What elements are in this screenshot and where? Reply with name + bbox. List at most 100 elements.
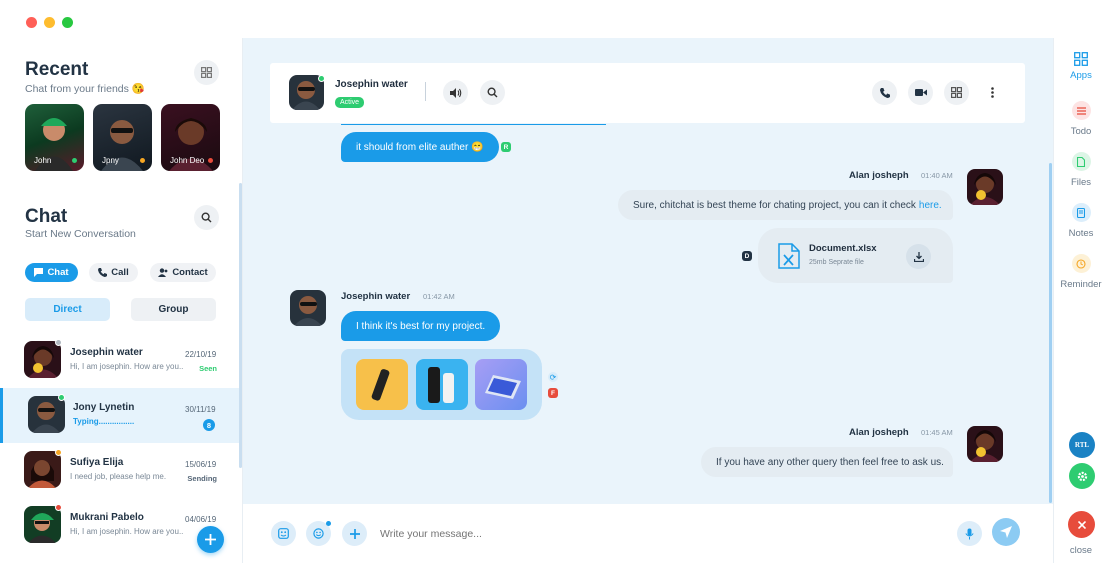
divider (425, 82, 426, 101)
message-tag: R (501, 142, 511, 152)
sidebar-item-label: Todo (1070, 126, 1092, 137)
search-icon (487, 87, 498, 98)
conversation-date: 04/06/19 (185, 515, 217, 524)
phone-icon (879, 87, 890, 98)
story-status-dot (72, 158, 77, 163)
plus-icon (205, 534, 216, 545)
recent-grid-button[interactable] (194, 60, 219, 85)
message-tag: D (742, 251, 752, 261)
sidebar-item-todo[interactable]: Todo (1054, 101, 1107, 137)
chat-header: Josephin water Active (270, 63, 1025, 123)
avatar (24, 506, 61, 543)
sender-avatar[interactable] (967, 169, 1003, 205)
sticker-button[interactable] (271, 521, 296, 546)
tab-chat[interactable]: Chat (25, 263, 78, 282)
sender-name: Alan josheph (849, 427, 909, 438)
message-bubble: Sure, chitchat is best theme for chating… (618, 190, 953, 220)
message-tag: F (548, 388, 558, 398)
tab-contact[interactable]: Contact (150, 263, 216, 282)
conversation-item[interactable]: Josephin water Hi, I am josephin. How ar… (0, 333, 241, 388)
phone-icon (98, 268, 108, 277)
message-input[interactable] (380, 521, 940, 546)
conversation-name: Josephin water (70, 347, 143, 358)
voice-call-button[interactable] (872, 80, 897, 105)
sender-avatar[interactable] (290, 290, 326, 326)
notes-icon (1071, 203, 1091, 222)
story-name: John (34, 156, 52, 165)
attach-button[interactable] (342, 521, 367, 546)
sidebar-item-reminder[interactable]: Reminder (1054, 254, 1107, 290)
header-grid-button[interactable] (944, 80, 969, 105)
file-attachment[interactable]: Document.xlsx 25mb Seprate file (758, 228, 953, 283)
conversation-date: 15/06/19 (185, 460, 217, 469)
search-icon (201, 212, 212, 223)
microphone-icon (965, 528, 974, 539)
recent-title: Recent (25, 59, 89, 80)
file-meta: 25mb Seprate file (809, 259, 864, 266)
emoji-icon (313, 528, 324, 539)
send-icon (1000, 526, 1012, 538)
settings-button[interactable] (1069, 463, 1095, 489)
message-bubble: I think it's best for my project. (341, 311, 501, 341)
emoji-button[interactable] (306, 521, 331, 546)
conversation-date: 30/11/19 (185, 405, 216, 414)
active-indicator (0, 388, 3, 443)
send-button[interactable] (992, 518, 1020, 546)
plus-icon (349, 528, 360, 539)
message-time: 01:42 AM (423, 292, 455, 301)
speaker-button[interactable] (443, 80, 468, 105)
gallery-image[interactable] (416, 359, 468, 410)
conversation-date: 22/10/19 (185, 350, 217, 359)
rtl-toggle-button[interactable]: RTL (1069, 432, 1095, 458)
chat-search-button[interactable] (194, 205, 219, 230)
conversation-preview: I need job, please help me. (70, 472, 167, 481)
story-john[interactable]: John (25, 104, 84, 171)
close-window-icon[interactable] (26, 17, 37, 28)
tab-contact-label: Contact (172, 267, 208, 278)
sidebar-item-notes[interactable]: Notes (1054, 203, 1107, 239)
sender-avatar[interactable] (967, 426, 1003, 462)
maximize-window-icon[interactable] (62, 17, 73, 28)
gallery-image[interactable] (475, 359, 527, 410)
contact-icon (158, 268, 168, 277)
story-status-dot (208, 158, 213, 163)
todo-icon (1071, 101, 1091, 120)
story-john-deo[interactable]: John Deo (161, 104, 220, 171)
download-icon (913, 251, 924, 262)
chat-icon (34, 268, 44, 277)
sidebar-item-apps[interactable]: Apps (1054, 52, 1107, 81)
gear-icon (1077, 471, 1087, 481)
message-link[interactable]: here. (919, 200, 942, 211)
message-bubble: it should from elite auther 😁 (341, 132, 499, 162)
sticker-icon (278, 528, 289, 539)
new-chat-button[interactable] (197, 526, 224, 553)
download-button[interactable] (906, 244, 931, 269)
message-time: 01:40 AM (921, 171, 953, 180)
grid-icon (201, 67, 212, 78)
chat-subtitle: Start New Conversation (25, 228, 136, 240)
conversation-name: Jony Lynetin (73, 402, 135, 413)
chat-scrollbar[interactable] (1049, 163, 1052, 503)
sidebar-item-files[interactable]: Files (1054, 152, 1107, 188)
unread-badge: 8 (203, 419, 215, 431)
sidebar-scrollbar[interactable] (239, 183, 242, 468)
voice-record-button[interactable] (957, 521, 982, 546)
tab-call[interactable]: Call (89, 263, 138, 282)
conversation-item[interactable]: Sufiya Elija I need job, please help me.… (0, 443, 241, 498)
refresh-icon[interactable]: ⟳ (548, 372, 558, 382)
minimize-window-icon[interactable] (44, 17, 55, 28)
message-text: Sure, chitchat is best theme for chating… (633, 199, 916, 211)
gallery-image[interactable] (356, 359, 408, 410)
close-panel-button[interactable] (1068, 511, 1095, 538)
more-options-button[interactable] (980, 80, 1005, 105)
video-call-button[interactable] (908, 80, 933, 105)
header-search-button[interactable] (480, 80, 505, 105)
presence-dot (58, 394, 65, 401)
recent-subtitle: Chat from your friends 😘 (25, 83, 145, 95)
sidebar-item-label: Apps (1070, 70, 1092, 81)
segment-group[interactable]: Group (131, 298, 216, 321)
story-jpny[interactable]: Jpny (93, 104, 152, 171)
conversation-item-active[interactable]: Jony Lynetin Typing................ 30/1… (0, 388, 241, 443)
segment-direct[interactable]: Direct (25, 298, 110, 321)
presence-dot (55, 339, 62, 346)
